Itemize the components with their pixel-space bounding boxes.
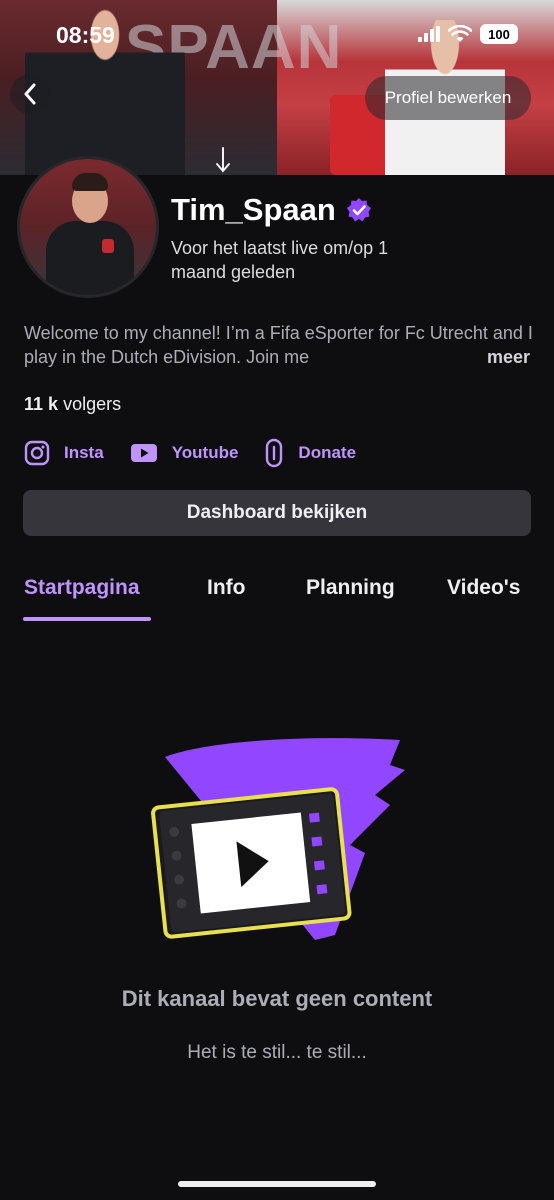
link-insta[interactable]: Insta: [24, 440, 104, 466]
empty-state-subtitle: Het is te stil... te stil...: [187, 1042, 367, 1063]
club-badge: [102, 239, 114, 253]
link-insta-label: Insta: [64, 443, 104, 462]
tab-startpagina[interactable]: Startpagina: [24, 576, 140, 600]
followers-number: 11 k: [24, 394, 59, 414]
film-reel-illustration: [151, 738, 405, 940]
dashboard-button[interactable]: Dashboard bekijken: [23, 490, 531, 536]
channel-tabs: Startpagina Info Planning Video's: [0, 576, 554, 622]
last-live-text: Voor het laatst live om/op 1 maand geled…: [171, 238, 389, 282]
youtube-icon: [130, 444, 157, 462]
link-youtube[interactable]: Youtube: [130, 442, 239, 464]
tab-info[interactable]: Info: [207, 576, 245, 600]
link-donate-label: Donate: [298, 443, 357, 462]
link-donate[interactable]: Donate: [264, 438, 356, 468]
back-button[interactable]: [10, 74, 50, 114]
battery-indicator: 100: [480, 24, 518, 44]
tab-videos[interactable]: Video's: [447, 576, 520, 600]
channel-name: Tim_Spaan: [171, 192, 372, 228]
edit-profile-button[interactable]: Profiel bewerken: [365, 76, 531, 120]
bio-text: Welcome to my channel! I’m a Fifa eSport…: [24, 323, 533, 367]
followers-count: 11 k volgers: [24, 394, 121, 415]
arrow-down-icon: [216, 147, 230, 173]
active-tab-indicator: [23, 617, 151, 621]
verified-badge-icon: [346, 198, 371, 222]
link-youtube-label: Youtube: [171, 443, 239, 462]
link-icon: [266, 438, 283, 468]
username-text: Tim_Spaan: [171, 192, 336, 227]
status-time: 08:59: [56, 22, 115, 48]
avatar[interactable]: [17, 156, 159, 298]
home-indicator[interactable]: [178, 1181, 376, 1187]
signal-icon: [418, 26, 440, 42]
instagram-icon: [24, 440, 50, 466]
tab-planning[interactable]: Planning: [306, 576, 395, 600]
empty-state-title: Dit kanaal bevat geen content: [121, 986, 433, 1011]
wifi-icon: [448, 25, 472, 42]
bio-more-link[interactable]: meer: [478, 345, 530, 369]
followers-label: volgers: [63, 394, 122, 414]
status-icons: 100: [418, 24, 518, 44]
social-links: Insta Youtube Donate: [24, 438, 382, 468]
chevron-left-icon: [24, 83, 36, 105]
channel-bio: Welcome to my channel! I’m a Fifa eSport…: [24, 321, 554, 369]
